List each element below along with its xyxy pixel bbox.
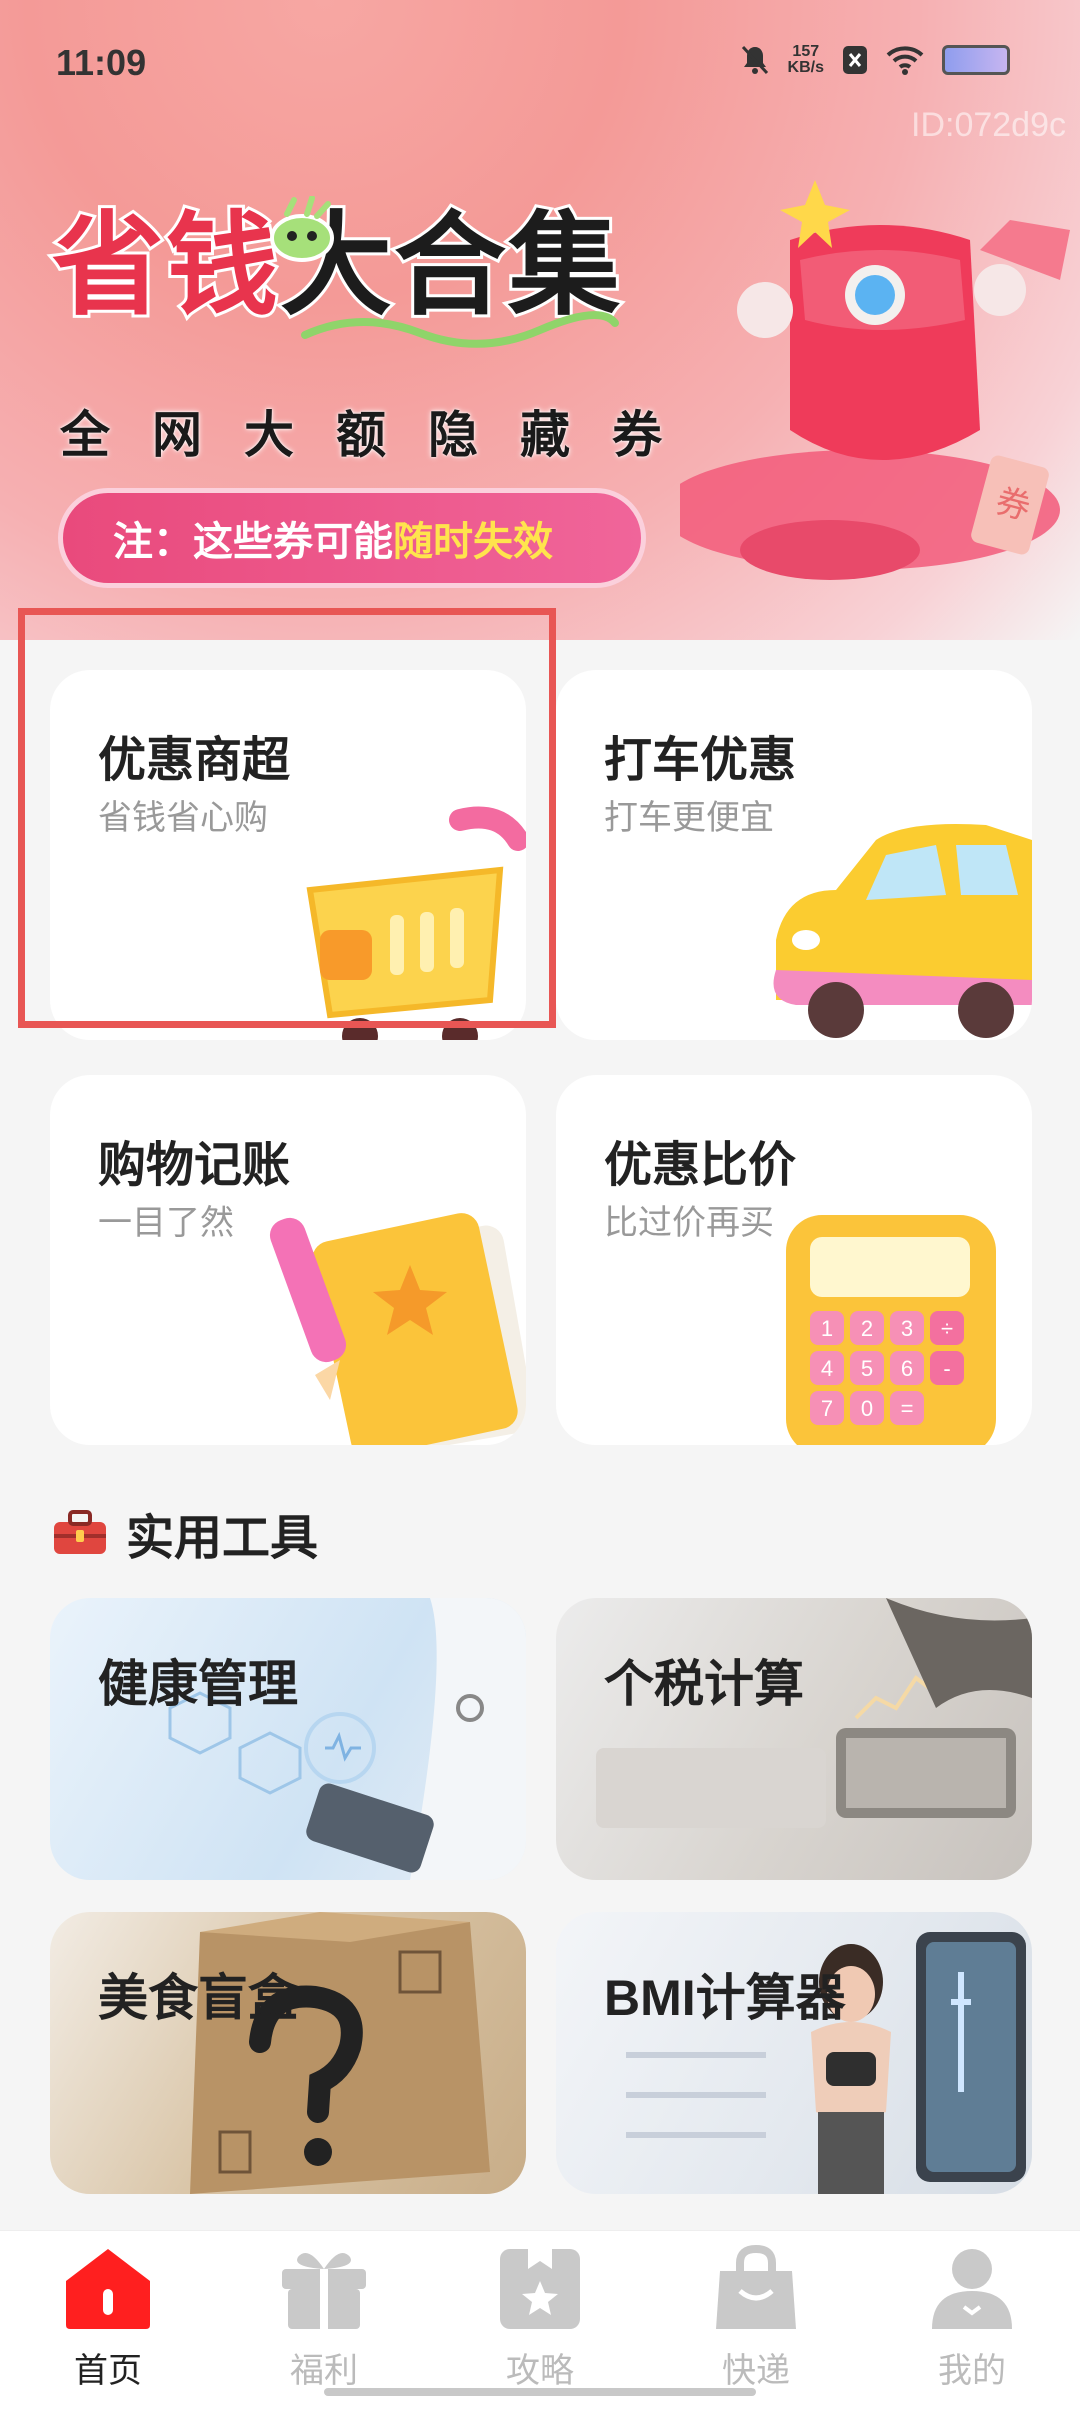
tool-title: 个税计算 <box>604 1656 804 1712</box>
profile-icon <box>932 2249 1012 2329</box>
calc-key-label: - <box>943 1356 950 1381</box>
coupon-mascot-illustration: 券 <box>680 180 1070 580</box>
calc-key-label: 6 <box>901 1356 913 1381</box>
calc-key-label: 0 <box>861 1396 873 1421</box>
wifi-icon <box>886 46 924 75</box>
network-speed: 157 KB/s <box>788 44 824 76</box>
tab-benefits[interactable]: 福利 <box>216 2231 432 2409</box>
bmi-illustration <box>626 1932 1026 2194</box>
tab-label: 福利 <box>290 2352 358 2390</box>
card-title: 优惠比价 <box>604 1139 797 1192</box>
tab-label: 首页 <box>74 2352 142 2390</box>
tool-health-management[interactable]: 健康管理 <box>50 1598 526 1880</box>
tool-title: 健康管理 <box>98 1656 298 1712</box>
calc-key-label: = <box>901 1396 914 1421</box>
tool-title: BMI计算器 <box>604 1970 846 2026</box>
mystery-box-illustration <box>190 1912 490 2194</box>
package-icon <box>716 2245 796 2329</box>
tools-section-header: 实用工具 <box>52 1498 318 1568</box>
tab-home[interactable]: 首页 <box>0 2231 216 2409</box>
tool-food-blindbox[interactable]: 美食盲盒 <box>50 1912 526 2194</box>
speed-value: 157 <box>792 43 820 60</box>
calc-key-label: 5 <box>861 1356 873 1381</box>
tool-income-tax[interactable]: 个税计算 <box>556 1598 1032 1880</box>
banner-title-red: 省钱 <box>49 203 281 328</box>
selection-highlight-box <box>18 608 556 1028</box>
sprout-icon <box>270 196 334 262</box>
mute-bell-icon <box>741 45 768 75</box>
card-title: 打车优惠 <box>604 734 797 787</box>
tax-illustration <box>596 1598 1032 1828</box>
home-icon <box>66 2249 150 2329</box>
card-taxi-deals[interactable]: 打车优惠 打车更便宜 <box>556 670 1032 1040</box>
card-subtitle: 打车更便宜 <box>604 799 774 837</box>
status-time: 11:09 <box>56 42 147 83</box>
tool-bmi-calculator[interactable]: BMI计算器 <box>556 1912 1032 2194</box>
card-expense-tracker[interactable]: 购物记账 一目了然 <box>50 1075 526 1445</box>
toolbox-icon <box>54 1510 106 1554</box>
tool-title: 美食盲盒 <box>98 1970 298 2026</box>
status-bar: 11:09 157 KB/s <box>56 38 1040 88</box>
tab-profile[interactable]: 我的 <box>864 2231 1080 2409</box>
watermark-id: ID:072d9c <box>911 106 1066 144</box>
tab-express[interactable]: 快递 <box>648 2231 864 2409</box>
calc-key-label: 7 <box>821 1396 833 1421</box>
tab-label: 我的 <box>938 2352 1006 2390</box>
calc-key-label: 3 <box>901 1316 913 1341</box>
car-icon <box>773 824 1032 1038</box>
banner-subtitle: 全网大额隐藏券 <box>60 407 704 463</box>
calc-key-label: 1 <box>821 1316 833 1341</box>
calculator-icon: 1 2 3 ÷ 4 5 6 - 7 0 = <box>786 1215 996 1445</box>
gift-icon <box>282 2253 366 2329</box>
notebook-pen-icon <box>269 1213 526 1445</box>
tab-label: 快递 <box>722 2352 790 2390</box>
title-underline-decoration <box>301 311 619 348</box>
calc-key-label: 4 <box>821 1356 833 1381</box>
bottom-tab-bar: 首页 福利 攻略 快递 我的 <box>0 2230 1080 2409</box>
calc-key-label: ÷ <box>941 1316 953 1341</box>
hero-banner: 11:09 157 KB/s ID:072d9c 省钱大合集 全网大额隐藏券 注… <box>0 0 1080 640</box>
guide-icon <box>500 2249 580 2329</box>
home-indicator[interactable] <box>324 2388 756 2396</box>
status-icons: 157 KB/s <box>740 44 1010 76</box>
health-illustration <box>168 1598 526 1880</box>
tab-guides[interactable]: 攻略 <box>432 2231 648 2409</box>
expiry-notice: 注：这些券可能 随时失效 <box>58 488 646 588</box>
notice-highlight: 随时失效 <box>393 520 553 564</box>
card-subtitle: 一目了然 <box>98 1204 234 1242</box>
tab-label: 攻略 <box>506 2352 574 2390</box>
card-price-compare[interactable]: 优惠比价 比过价再买 1 2 3 ÷ 4 5 6 - 7 0 = <box>556 1075 1032 1445</box>
tools-section-title: 实用工具 <box>126 1512 319 1565</box>
battery-icon <box>942 45 1010 75</box>
sim-off-icon <box>843 46 867 74</box>
calc-key-label: 2 <box>861 1316 873 1341</box>
notice-prefix: 注：这些券可能 <box>113 520 393 564</box>
speed-unit: KB/s <box>787 59 824 76</box>
card-subtitle: 比过价再买 <box>604 1204 774 1242</box>
